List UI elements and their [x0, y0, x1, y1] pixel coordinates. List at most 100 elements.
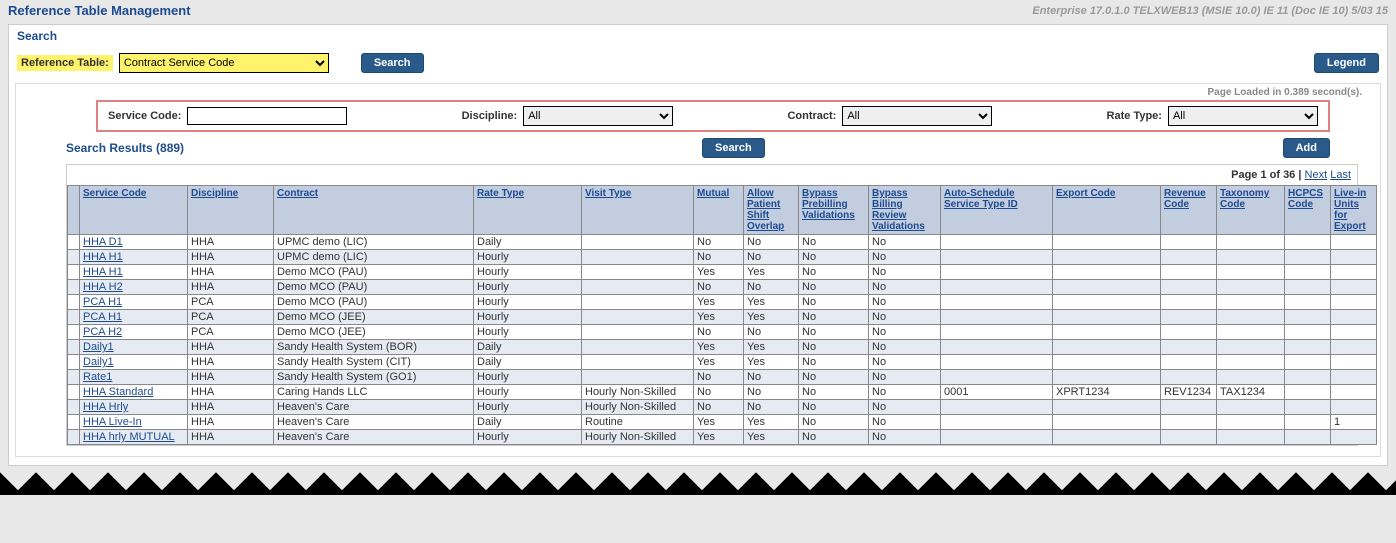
cell: No: [744, 280, 799, 295]
cell: Yes: [694, 265, 744, 280]
col-header[interactable]: Mutual: [697, 188, 729, 199]
page-title: Reference Table Management: [8, 3, 191, 18]
col-header[interactable]: Discipline: [191, 188, 238, 199]
row-handle[interactable]: [68, 235, 80, 250]
service-code-input[interactable]: [187, 107, 347, 125]
service-code-link[interactable]: HHA H1: [83, 251, 123, 263]
service-code-link[interactable]: HHA hrly MUTUAL: [83, 431, 175, 443]
cell: Demo MCO (JEE): [274, 310, 474, 325]
cell: Hourly: [474, 250, 582, 265]
search-button-top[interactable]: Search: [361, 53, 424, 73]
cell: Demo MCO (PAU): [274, 265, 474, 280]
table-row: PCA H1PCADemo MCO (PAU)HourlyYesYesNoNo: [68, 295, 1377, 310]
rate-type-select[interactable]: All: [1168, 106, 1318, 126]
row-handle[interactable]: [68, 400, 80, 415]
col-header[interactable]: Contract: [277, 188, 318, 199]
col-header[interactable]: Revenue Code: [1164, 188, 1206, 210]
cell: [1217, 235, 1285, 250]
legend-button[interactable]: Legend: [1314, 53, 1379, 73]
col-header[interactable]: Visit Type: [585, 188, 631, 199]
cell: No: [799, 310, 869, 325]
row-handle[interactable]: [68, 280, 80, 295]
pager-next[interactable]: Next: [1305, 169, 1328, 181]
col-header[interactable]: Allow Patient Shift Overlap: [747, 188, 784, 232]
cell: [1331, 280, 1377, 295]
pager-last[interactable]: Last: [1330, 169, 1351, 181]
cell: No: [694, 370, 744, 385]
cell: [1161, 370, 1217, 385]
service-code-link[interactable]: HHA H1: [83, 266, 123, 278]
service-code-link[interactable]: HHA H2: [83, 281, 123, 293]
cell: REV1234: [1161, 385, 1217, 400]
col-header[interactable]: Bypass Billing Review Validations: [872, 188, 925, 232]
cell: [1161, 235, 1217, 250]
cell: No: [869, 400, 941, 415]
add-button[interactable]: Add: [1283, 138, 1330, 158]
cell: [941, 310, 1053, 325]
cell: Hourly: [474, 295, 582, 310]
row-handle[interactable]: [68, 250, 80, 265]
cell: [1285, 310, 1331, 325]
col-header[interactable]: Service Code: [83, 188, 146, 199]
row-handle[interactable]: [68, 265, 80, 280]
service-code-link[interactable]: HHA Standard: [83, 386, 153, 398]
discipline-select[interactable]: All: [523, 106, 673, 126]
cell: [1217, 355, 1285, 370]
service-code-link[interactable]: PCA H1: [83, 311, 122, 323]
contract-select[interactable]: All: [842, 106, 992, 126]
row-handle[interactable]: [68, 340, 80, 355]
cell: [1331, 340, 1377, 355]
cell: Sandy Health System (BOR): [274, 340, 474, 355]
cell: [1285, 295, 1331, 310]
col-header[interactable]: Auto-Schedule Service Type ID: [944, 188, 1018, 210]
col-header[interactable]: Live-in Units for Export: [1334, 188, 1366, 232]
cell: [1161, 295, 1217, 310]
cell: [1053, 340, 1161, 355]
col-header[interactable]: HCPCS Code: [1288, 188, 1323, 210]
cell: [582, 370, 694, 385]
cell: UPMC demo (LIC): [274, 235, 474, 250]
cell: PCA: [188, 295, 274, 310]
page-loaded-text: Page Loaded in 0.389 second(s).: [16, 84, 1380, 98]
service-code-link[interactable]: HHA Hrly: [83, 401, 128, 413]
cell: [1161, 250, 1217, 265]
service-code-link[interactable]: PCA H1: [83, 296, 122, 308]
service-code-link[interactable]: Daily1: [83, 341, 114, 353]
service-code-link[interactable]: Rate1: [83, 371, 112, 383]
row-handle[interactable]: [68, 310, 80, 325]
cell: [1217, 400, 1285, 415]
row-handle[interactable]: [68, 415, 80, 430]
cell: [582, 280, 694, 295]
row-handle[interactable]: [68, 325, 80, 340]
cell: [941, 430, 1053, 445]
cell: No: [744, 385, 799, 400]
cell: [1331, 430, 1377, 445]
col-header[interactable]: Rate Type: [477, 188, 524, 199]
cell: [582, 355, 694, 370]
row-handle[interactable]: [68, 370, 80, 385]
cell: No: [869, 385, 941, 400]
row-handle[interactable]: [68, 430, 80, 445]
cell: [1217, 325, 1285, 340]
cell: HHA: [188, 370, 274, 385]
service-code-link[interactable]: HHA D1: [83, 236, 123, 248]
cell: [1217, 265, 1285, 280]
service-code-link[interactable]: Daily1: [83, 356, 114, 368]
col-header[interactable]: Bypass Prebilling Validations: [802, 188, 855, 221]
cell: Yes: [744, 355, 799, 370]
cell: Caring Hands LLC: [274, 385, 474, 400]
cell: [941, 340, 1053, 355]
service-code-link[interactable]: PCA H2: [83, 326, 122, 338]
cell: [1053, 295, 1161, 310]
reference-table-select[interactable]: Contract Service Code: [119, 53, 329, 73]
search-button-mid[interactable]: Search: [702, 138, 765, 158]
row-handle[interactable]: [68, 385, 80, 400]
cell: [582, 310, 694, 325]
row-handle[interactable]: [68, 355, 80, 370]
row-handle[interactable]: [68, 295, 80, 310]
service-code-link[interactable]: HHA Live-In: [83, 416, 142, 428]
cell: Yes: [744, 265, 799, 280]
cell: No: [799, 325, 869, 340]
col-header[interactable]: Taxonomy Code: [1220, 188, 1269, 210]
col-header[interactable]: Export Code: [1056, 188, 1115, 199]
